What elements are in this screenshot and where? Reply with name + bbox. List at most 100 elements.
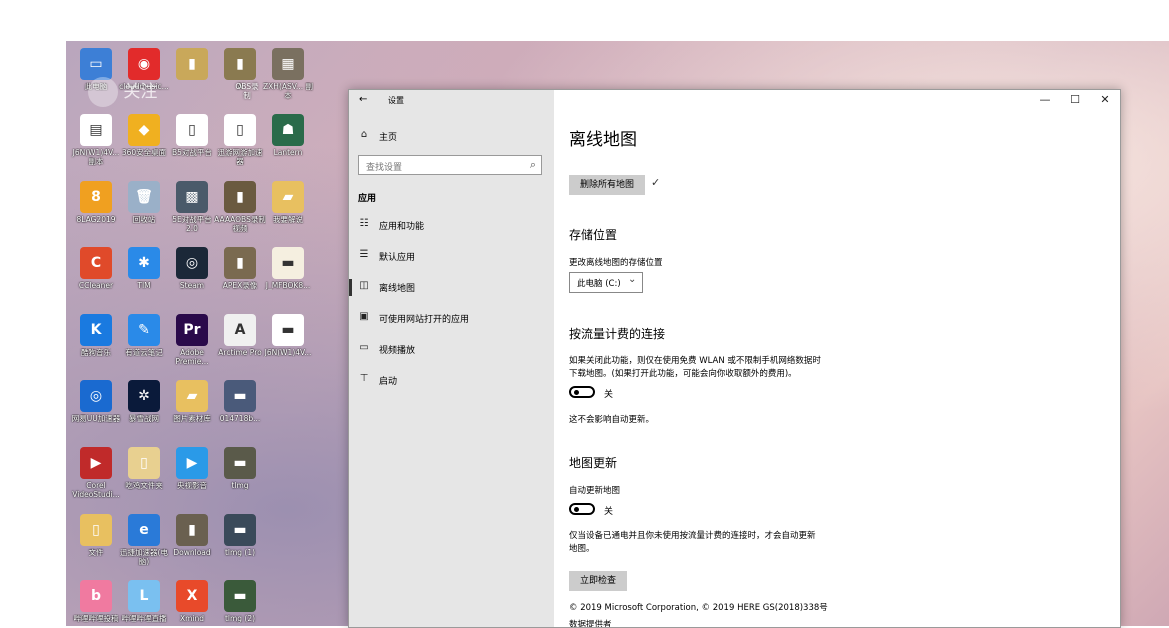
desktop-icon[interactable]: ◎ Steam xyxy=(166,247,218,290)
toggle-knob xyxy=(574,390,579,395)
desktop-icon[interactable]: 🗑 回收站 xyxy=(118,181,170,224)
desktop-icon[interactable]: X Xmind xyxy=(166,580,218,623)
desktop-icon-label: 哔哩哔哩直播 xyxy=(121,614,167,623)
data-provider-link[interactable]: 数据提供者 xyxy=(569,618,612,627)
desktop-icon[interactable]: ▬ J6N(W1)4V... xyxy=(262,314,314,357)
desktop-icon-label: APEX录像 xyxy=(222,281,258,290)
auto-update-label: 自动更新地图 xyxy=(569,486,621,496)
desktop-icon[interactable]: Pr Adobe Premie... xyxy=(166,314,218,366)
check-now-button[interactable]: 立即检查 xyxy=(569,571,627,591)
maximize-button[interactable]: ☐ xyxy=(1060,90,1090,110)
nav-item-label: 启动 xyxy=(379,377,398,387)
desktop-icon[interactable]: ▶ Corel VideoStudi... xyxy=(70,447,122,499)
desktop-icon-label: 图片素材库 xyxy=(173,414,211,423)
desktop-icon[interactable]: ▰ 我要解说 xyxy=(262,181,314,224)
desktop-icon[interactable]: ◆ 360安全桌面 xyxy=(118,114,170,157)
page-title: 离线地图 xyxy=(569,130,637,150)
nav-home[interactable]: ⌂ 主页 xyxy=(349,125,554,149)
desktop-icon[interactable]: ▯ 吃鸡文件夹 xyxy=(118,447,170,490)
desktop-icon-label: J6N(W1)4V... 副本 xyxy=(72,148,120,166)
nav-section-header: 应用 xyxy=(358,194,377,204)
desktop-icon[interactable]: ▰ 图片素材库 xyxy=(166,380,218,423)
storage-label: 更改离线地图的存储位置 xyxy=(569,258,663,268)
desktop-icon[interactable]: ▬ tlmg (2) xyxy=(214,580,266,623)
desktop-icon[interactable]: ▬ tlmg xyxy=(214,447,266,490)
desktop-icon[interactable]: ◎ 网易UU加速器 xyxy=(70,380,122,423)
metered-description-line2: 下载地图。(如果打开此功能，可能会向你收取额外的费用)。 xyxy=(569,369,797,379)
desktop-icon[interactable]: K 酷狗音乐 xyxy=(70,314,122,357)
app-icon: ◎ xyxy=(176,247,208,279)
app-icon: ▬ xyxy=(224,447,256,479)
desktop-icon[interactable]: ▩ 5E对战平台 2.0 xyxy=(166,181,218,233)
app-icon: C xyxy=(80,247,112,279)
chevron-down-icon: ⌄ xyxy=(628,274,637,285)
desktop-icon[interactable]: ▯ B5对战平台 xyxy=(166,114,218,157)
desktop-icon[interactable]: L 哔哩哔哩直播 xyxy=(118,580,170,623)
app-icon: ▬ xyxy=(224,514,256,546)
desktop-icon[interactable]: ▬ tlmg (1) xyxy=(214,514,266,557)
desktop-icon[interactable]: ☗ Lantern xyxy=(262,114,314,157)
metered-toggle[interactable] xyxy=(569,386,595,398)
desktop-icon[interactable]: ✎ 有道云笔记 xyxy=(118,314,170,357)
nav-item[interactable]: ☰ 默认应用 xyxy=(349,245,554,269)
desktop-icon[interactable]: ✱ TIM xyxy=(118,247,170,290)
nav-item[interactable]: ⊤ 启动 xyxy=(349,369,554,393)
desktop-icon[interactable]: C CCleaner xyxy=(70,247,122,290)
desktop-icon[interactable]: ▬ J_MFBOK8... xyxy=(262,247,314,290)
delete-all-maps-button[interactable]: 删除所有地图 xyxy=(569,175,645,195)
desktop-icon[interactable]: A Arctime Pro xyxy=(214,314,266,357)
desktop-icon[interactable]: ▬ 014718b... xyxy=(214,380,266,423)
app-icon: A xyxy=(224,314,256,346)
nav-item[interactable]: ◫ 离线地图 xyxy=(349,276,554,300)
app-icon: ▮ xyxy=(224,247,256,279)
app-icon: ☗ xyxy=(272,114,304,146)
desktop-icon-label: Xmind xyxy=(179,614,205,623)
app-icon: ✱ xyxy=(128,247,160,279)
desktop-icon[interactable]: ✲ 暴雪战网 xyxy=(118,380,170,423)
close-button[interactable]: ✕ xyxy=(1090,90,1120,110)
nav-home-label: 主页 xyxy=(379,133,398,143)
storage-location-dropdown[interactable]: 此电脑 (C:) ⌄ xyxy=(569,272,643,293)
auto-update-toggle[interactable] xyxy=(569,503,595,515)
desktop-icon[interactable]: ▯ 文件 xyxy=(70,514,122,557)
search-icon[interactable]: ⌕ xyxy=(530,158,536,172)
app-icon: ▯ xyxy=(80,514,112,546)
desktop-icon[interactable]: ▯ 迅游网游加速器 xyxy=(214,114,266,166)
desktop-icon[interactable]: b 哔哩哔哩投稿 xyxy=(70,580,122,623)
app-icon: ▯ xyxy=(176,114,208,146)
desktop-icon[interactable]: ▮ Download xyxy=(166,514,218,557)
app-icon: ▬ xyxy=(272,314,304,346)
desktop-icon-label: 酷狗音乐 xyxy=(81,348,111,357)
desktop-icon-label: tlmg (2) xyxy=(224,614,256,623)
settings-sidebar: ← 设置 ⌂ 主页 查找设置 ⌕ 应用 ☷ 应用和功能 ☰ 默认应用 ◫ 离线地图 ▣ 可使用… xyxy=(349,90,554,627)
app-icon: K xyxy=(80,314,112,346)
desktop-icon[interactable]: 8 8LAG2019 xyxy=(70,181,122,224)
metered-heading: 按流量计费的连接 xyxy=(569,327,666,341)
desktop-icon-label: 回收站 xyxy=(132,215,156,224)
desktop-icon-label: 8LAG2019 xyxy=(76,215,116,224)
settings-window: ← 设置 ⌂ 主页 查找设置 ⌕ 应用 ☷ 应用和功能 ☰ 默认应用 ◫ 离线地图 ▣ 可使用… xyxy=(348,89,1121,628)
app-icon: ▬ xyxy=(224,380,256,412)
search-input[interactable]: 查找设置 ⌕ xyxy=(358,155,542,175)
app-icon: Pr xyxy=(176,314,208,346)
app-icon: ▰ xyxy=(272,181,304,213)
back-arrow-icon[interactable]: ← xyxy=(359,94,367,105)
desktop-icon-label: 吃鸡文件夹 xyxy=(125,481,163,490)
desktop-icon-label: B5对战平台 xyxy=(172,148,212,157)
desktop-icon[interactable]: ▮ APEX录像 xyxy=(214,247,266,290)
map-update-heading: 地图更新 xyxy=(569,456,618,470)
nav-item[interactable]: ▣ 可使用网站打开的应用 xyxy=(349,307,554,331)
desktop-icon[interactable]: e 迅捷加速器(电脑) xyxy=(118,514,170,566)
check-icon: ✓ xyxy=(651,176,661,189)
nav-item[interactable]: ▭ 视频播放 xyxy=(349,338,554,362)
desktop-icon[interactable]: ▦ ZXH(ASV... 副本 xyxy=(262,48,314,100)
nav-item[interactable]: ☷ 应用和功能 xyxy=(349,214,554,238)
nav-item-label: 视频播放 xyxy=(379,346,416,356)
desktop-icon-label: J_MFBOK8... xyxy=(265,281,311,290)
desktop-icon[interactable]: ▶ 央视影音 xyxy=(166,447,218,490)
desktop-icon[interactable]: ▮ AAAAOBS录制视频 xyxy=(214,181,266,233)
desktop-icon-label: Adobe Premie... xyxy=(175,348,209,366)
desktop-icon[interactable]: ▤ J6N(W1)4V... 副本 xyxy=(70,114,122,166)
app-icon: ▬ xyxy=(224,580,256,612)
minimize-button[interactable]: — xyxy=(1030,90,1060,110)
